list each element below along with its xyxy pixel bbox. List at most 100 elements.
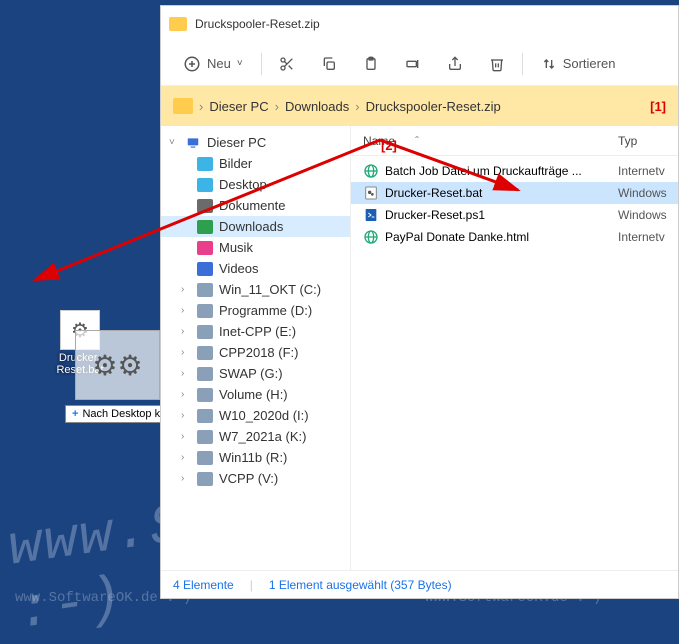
new-button[interactable]: Neu ˅ — [173, 49, 253, 79]
column-headers[interactable]: Name ˆ Typ — [351, 126, 678, 156]
breadcrumb-item[interactable]: Dieser PC — [209, 99, 268, 114]
nav-item-label: Win11b (R:) — [219, 450, 287, 465]
nav-item[interactable]: › W10_2020d (I:) — [161, 405, 350, 426]
nav-item[interactable]: › W7_2021a (K:) — [161, 426, 350, 447]
cut-button[interactable] — [270, 47, 304, 81]
file-name-cell: PayPal Donate Danke.html — [351, 229, 618, 245]
nav-item-icon — [197, 283, 213, 297]
chevron-icon: › — [181, 452, 191, 463]
nav-item-icon — [197, 367, 213, 381]
nav-item[interactable]: Dokumente — [161, 195, 350, 216]
copy-icon — [321, 56, 337, 72]
share-button[interactable] — [438, 47, 472, 81]
file-row[interactable]: PayPal Donate Danke.html Internetv — [351, 226, 678, 248]
nav-item-icon — [197, 472, 213, 486]
nav-item[interactable]: Bilder — [161, 153, 350, 174]
gears-icon: ⚙⚙ — [92, 349, 142, 382]
file-list[interactable]: Batch Job Datei um Druckaufträge ... Int… — [351, 156, 678, 570]
file-type-cell: Windows — [618, 208, 678, 222]
breadcrumb-sep: › — [199, 99, 203, 114]
delete-button[interactable] — [480, 47, 514, 81]
bat-file-icon — [363, 185, 379, 201]
file-name: Batch Job Datei um Druckaufträge ... — [385, 164, 582, 178]
chevron-icon: › — [181, 368, 191, 379]
plus-circle-icon — [183, 55, 201, 73]
share-icon — [447, 56, 463, 72]
file-name-cell: Batch Job Datei um Druckaufträge ... — [351, 163, 618, 179]
file-row[interactable]: Drucker-Reset.ps1 Windows — [351, 204, 678, 226]
nav-item[interactable]: Downloads — [161, 216, 350, 237]
chevron-down-icon: ˅ — [237, 58, 243, 69]
nav-item[interactable]: Musik — [161, 237, 350, 258]
file-row[interactable]: Batch Job Datei um Druckaufträge ... Int… — [351, 160, 678, 182]
file-type-cell: Internetv — [618, 230, 678, 244]
nav-item-label: Win_11_OKT (C:) — [219, 282, 321, 297]
nav-item[interactable]: › CPP2018 (F:) — [161, 342, 350, 363]
ps1-file-icon — [363, 207, 379, 223]
file-type-cell: Internetv — [618, 164, 678, 178]
breadcrumb-item[interactable]: Downloads — [285, 99, 349, 114]
nav-item[interactable]: Videos — [161, 258, 350, 279]
nav-item-icon — [197, 451, 213, 465]
column-type[interactable]: Typ — [618, 134, 678, 148]
status-count: 4 Elemente — [173, 578, 234, 592]
annotation-marker-1: [1] — [650, 99, 666, 114]
nav-item-label: W10_2020d (I:) — [219, 408, 309, 423]
chevron-icon: › — [181, 389, 191, 400]
breadcrumb-item[interactable]: Druckspooler-Reset.zip — [366, 99, 501, 114]
nav-item-icon — [197, 409, 213, 423]
file-name: PayPal Donate Danke.html — [385, 230, 529, 244]
nav-item-icon — [197, 346, 213, 360]
nav-item-label: Dokumente — [219, 198, 285, 213]
nav-item[interactable]: › Inet-CPP (E:) — [161, 321, 350, 342]
plus-icon: + — [72, 408, 78, 420]
nav-root-this-pc[interactable]: ˅ Dieser PC — [161, 132, 350, 153]
nav-item-icon — [197, 220, 213, 234]
file-pane: Name ˆ Typ Batch Job Datei um Druckauftr… — [351, 126, 678, 570]
rename-icon — [405, 56, 421, 72]
explorer-window: Druckspooler-Reset.zip Neu ˅ Sortieren ›… — [160, 5, 679, 599]
breadcrumb[interactable]: › Dieser PC › Downloads › Druckspooler-R… — [161, 86, 678, 126]
nav-item-label: Bilder — [219, 156, 252, 171]
sort-indicator-icon: ˆ — [415, 134, 419, 148]
nav-pane[interactable]: ˅ Dieser PC Bilder Desktop Dokumente Dow… — [161, 126, 351, 570]
scissors-icon — [279, 56, 295, 72]
nav-item[interactable]: › Programme (D:) — [161, 300, 350, 321]
chevron-icon: › — [181, 284, 191, 295]
nav-item-icon — [197, 430, 213, 444]
globe-icon — [363, 163, 379, 179]
nav-item-icon — [197, 262, 213, 276]
nav-item[interactable]: Desktop — [161, 174, 350, 195]
divider — [522, 53, 523, 75]
nav-item[interactable]: › VCPP (V:) — [161, 468, 350, 489]
toolbar: Neu ˅ Sortieren — [161, 42, 678, 86]
nav-item-label: Videos — [219, 261, 259, 276]
sort-icon — [541, 56, 557, 72]
drag-preview: ⚙⚙ — [75, 330, 160, 400]
sort-button[interactable]: Sortieren — [531, 50, 626, 78]
nav-item-label: Musik — [219, 240, 253, 255]
nav-item[interactable]: › SWAP (G:) — [161, 363, 350, 384]
window-title: Druckspooler-Reset.zip — [195, 17, 320, 31]
titlebar[interactable]: Druckspooler-Reset.zip — [161, 6, 678, 42]
new-label: Neu — [207, 56, 231, 71]
file-row[interactable]: Drucker-Reset.bat Windows — [351, 182, 678, 204]
nav-item-icon — [197, 388, 213, 402]
file-name: Drucker-Reset.ps1 — [385, 208, 485, 222]
nav-item[interactable]: › Win11b (R:) — [161, 447, 350, 468]
rename-button[interactable] — [396, 47, 430, 81]
chevron-icon: › — [181, 326, 191, 337]
file-name: Drucker-Reset.bat — [385, 186, 482, 200]
chevron-icon: › — [181, 347, 191, 358]
status-bar: 4 Elemente | 1 Element ausgewählt (357 B… — [161, 570, 678, 598]
breadcrumb-sep: › — [355, 99, 359, 114]
nav-item[interactable]: › Win_11_OKT (C:) — [161, 279, 350, 300]
clipboard-icon — [363, 56, 379, 72]
copy-button[interactable] — [312, 47, 346, 81]
nav-item[interactable]: › Volume (H:) — [161, 384, 350, 405]
nav-item-icon — [197, 199, 213, 213]
paste-button[interactable] — [354, 47, 388, 81]
nav-item-label: Desktop — [219, 177, 267, 192]
breadcrumb-sep: › — [275, 99, 279, 114]
nav-item-icon — [197, 325, 213, 339]
